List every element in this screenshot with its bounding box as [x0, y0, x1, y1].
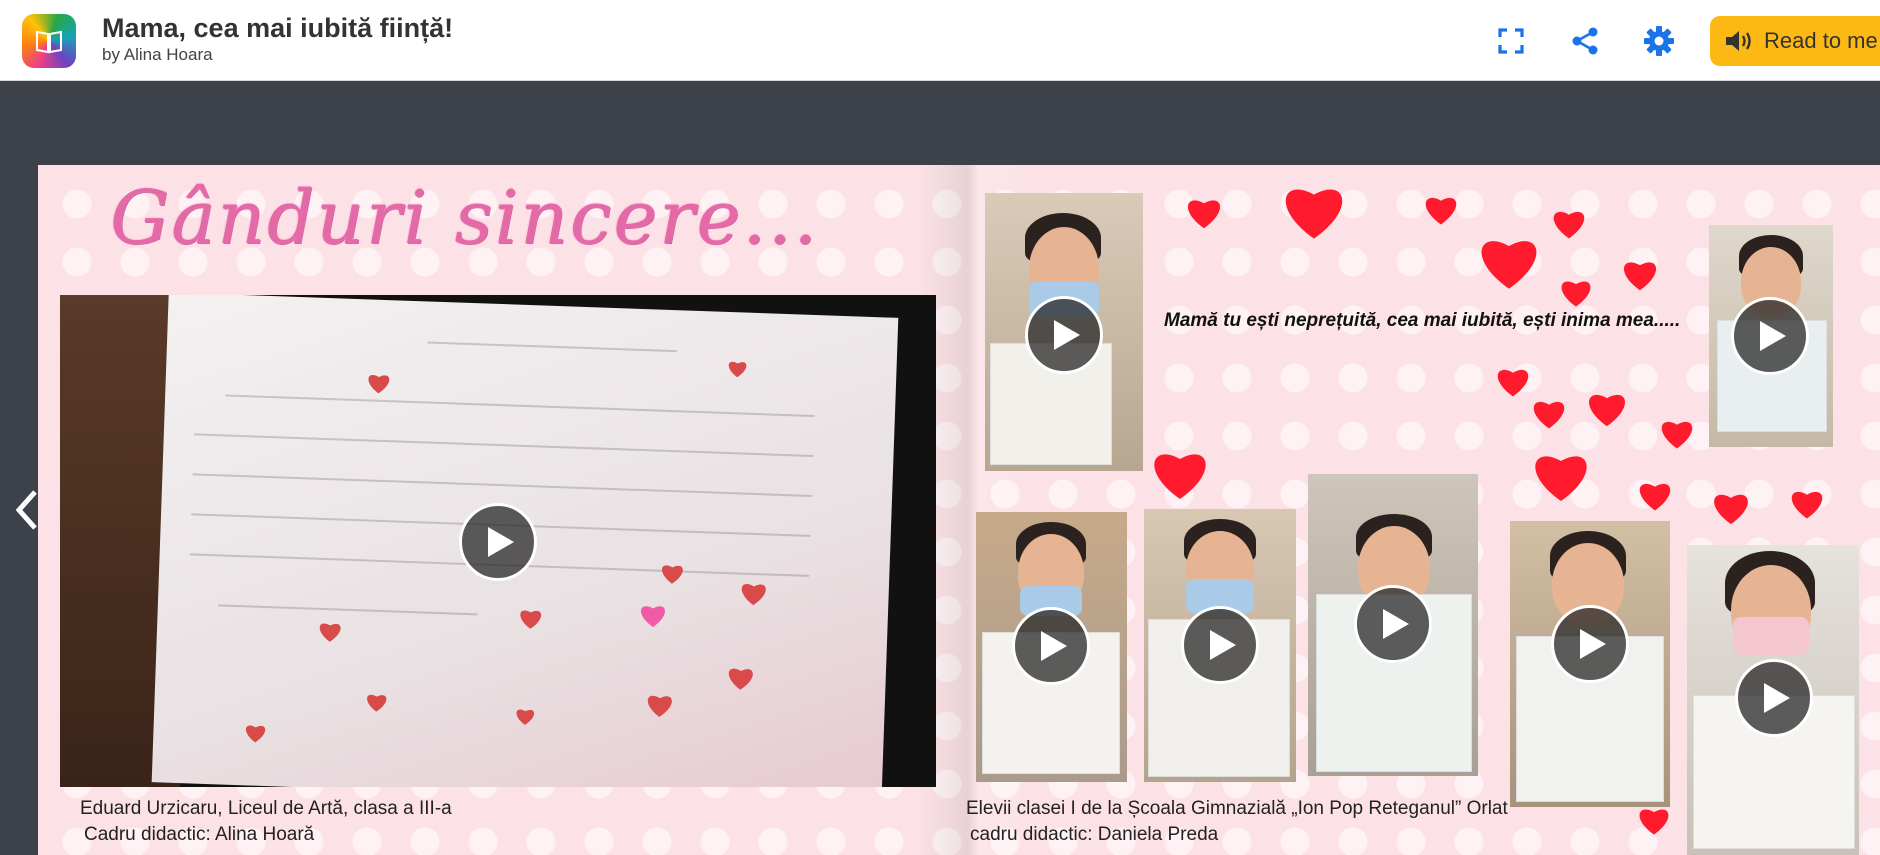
top-bar: Mama, cea mai iubită ființă! by Alina Ho…	[0, 0, 1880, 81]
heart-icon	[1661, 421, 1693, 449]
video-play-button[interactable]	[1181, 606, 1259, 684]
heart-icon	[1187, 200, 1221, 229]
student-video-1[interactable]	[985, 193, 1143, 471]
read-to-me-button[interactable]: Read to me	[1710, 16, 1880, 66]
fullscreen-icon	[1498, 28, 1524, 54]
heart-icon	[1589, 394, 1625, 427]
student-video-5[interactable]	[1308, 474, 1478, 776]
book-creator-logo	[22, 14, 76, 68]
video-play-button[interactable]	[1735, 659, 1813, 737]
video-play-button[interactable]	[1731, 297, 1809, 375]
share-icon	[1572, 27, 1598, 55]
video-play-button[interactable]	[1025, 296, 1103, 374]
heart-icon	[1533, 401, 1565, 429]
play-icon	[1580, 629, 1606, 659]
heart-icon	[1639, 483, 1671, 511]
heart-icon	[1639, 809, 1669, 835]
student-video-4[interactable]	[1144, 509, 1296, 782]
read-to-me-label: Read to me	[1764, 28, 1878, 53]
left-caption-line1: Eduard Urzicaru, Liceul de Artă, clasa a…	[80, 798, 452, 819]
play-icon	[1054, 320, 1080, 350]
main-video[interactable]	[60, 295, 936, 787]
play-icon	[488, 527, 514, 557]
play-icon	[1764, 683, 1790, 713]
heart-icon	[1481, 241, 1537, 289]
student-video-6[interactable]	[1510, 521, 1670, 807]
book-spread: Gânduri sincere... Eduard Urzicaru, Lice…	[38, 165, 1880, 855]
chevron-left-icon	[15, 490, 37, 530]
share-button[interactable]	[1562, 18, 1608, 64]
speaker-icon	[1726, 31, 1751, 51]
heart-icon	[1497, 369, 1529, 397]
heart-icon	[1791, 491, 1823, 519]
heart-icon	[1425, 197, 1457, 225]
main-video-play-button[interactable]	[459, 503, 537, 581]
heart-icon	[1154, 454, 1206, 499]
video-play-button[interactable]	[1551, 605, 1629, 683]
video-play-button[interactable]	[1354, 585, 1432, 663]
heart-icon	[1553, 211, 1585, 239]
page-title: Gânduri sincere...	[110, 175, 819, 261]
fullscreen-button[interactable]	[1488, 18, 1534, 64]
dedication-quote: Mamă tu ești neprețuită, cea mai iubită,…	[1164, 310, 1681, 331]
book-title: Mama, cea mai iubită ființă!	[102, 13, 454, 43]
heart-icon	[1714, 494, 1748, 525]
heart-icon	[1623, 262, 1657, 291]
settings-icon	[1644, 26, 1674, 56]
heart-icon	[641, 606, 665, 628]
student-video-3[interactable]	[976, 512, 1127, 782]
heart-icon	[1561, 281, 1591, 307]
right-caption-line2: cadru didactic: Daniela Preda	[970, 824, 1219, 845]
right-caption-line1: Elevii clasei I de la Școala Gimnazială …	[966, 798, 1508, 819]
student-video-2[interactable]	[1709, 225, 1833, 447]
play-icon	[1041, 631, 1067, 661]
video-play-button[interactable]	[1012, 607, 1090, 685]
play-icon	[1210, 630, 1236, 660]
play-icon	[1383, 609, 1409, 639]
play-icon	[1760, 321, 1786, 351]
settings-button[interactable]	[1636, 18, 1682, 64]
left-caption-line2: Cadru didactic: Alina Hoară	[84, 824, 315, 845]
book-author: by Alina Hoara	[102, 45, 213, 64]
heart-icon	[1285, 189, 1343, 239]
student-video-7[interactable]	[1687, 545, 1859, 855]
heart-icon	[1535, 456, 1587, 501]
